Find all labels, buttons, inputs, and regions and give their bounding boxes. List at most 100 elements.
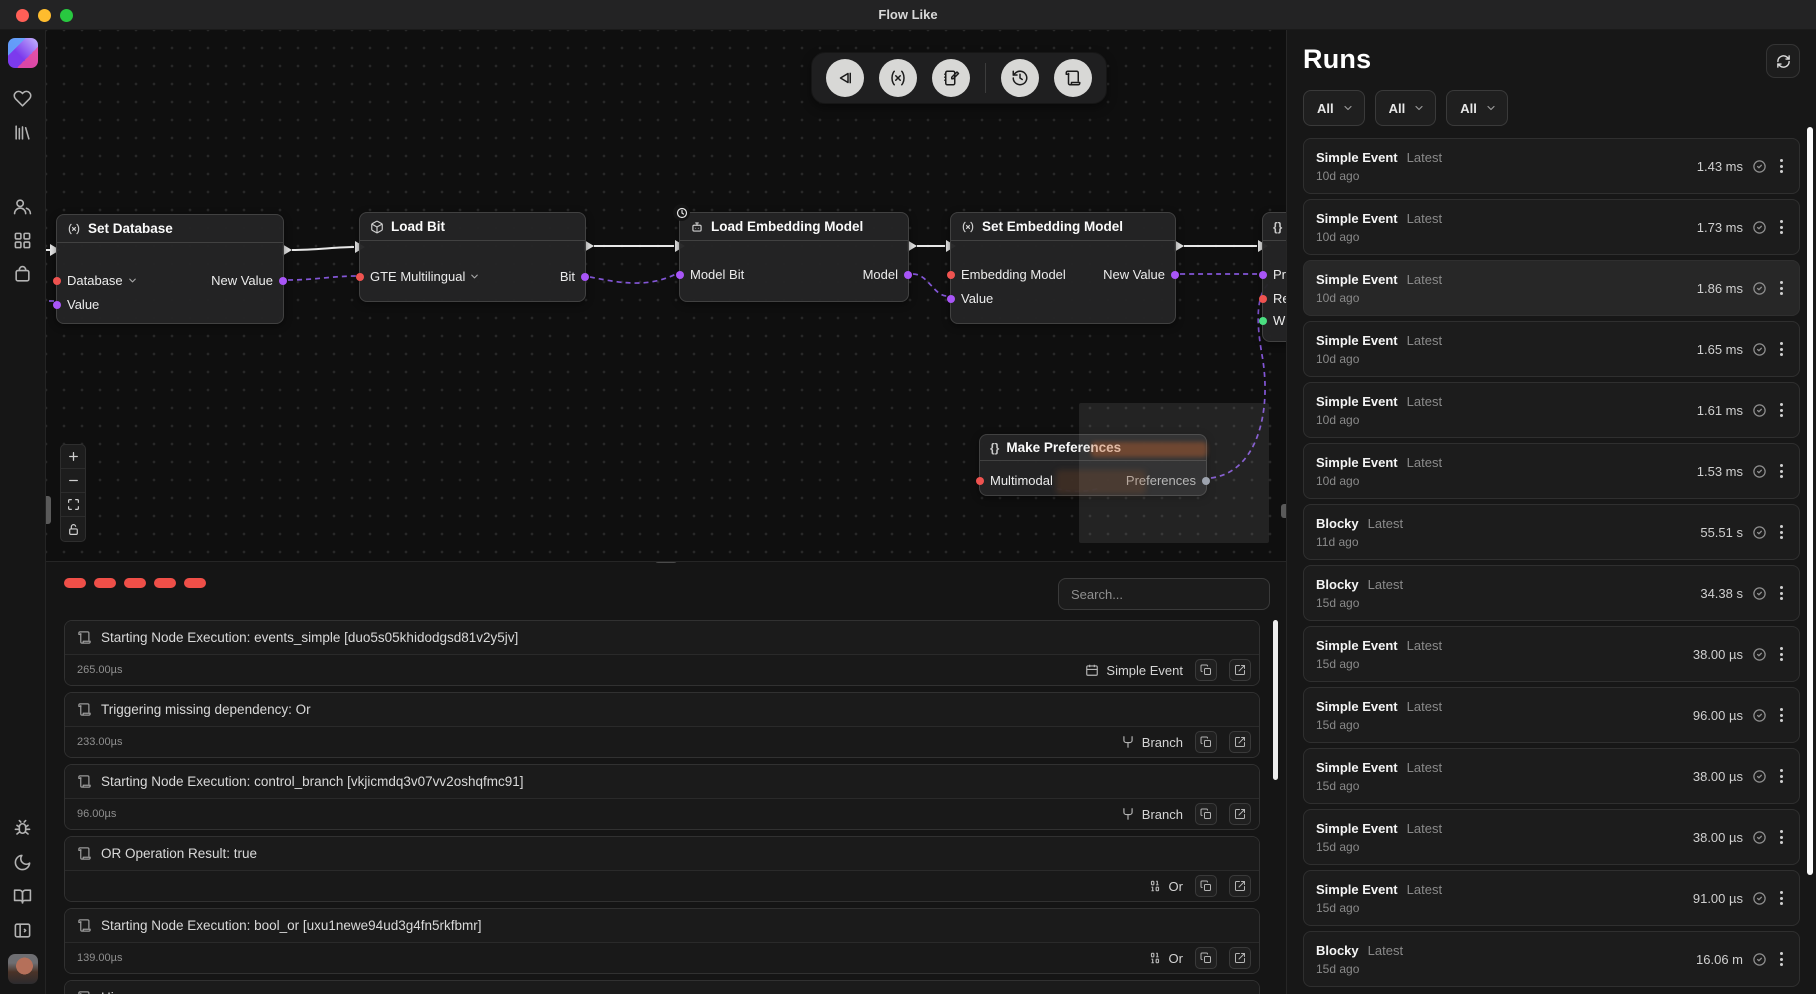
kebab-menu-button[interactable] [1776,827,1787,847]
open-external-button[interactable] [1229,947,1251,969]
panel-resize-handle[interactable] [655,561,677,563]
input-pin-value[interactable] [947,295,955,303]
runs-filter-select[interactable]: All [1375,90,1437,126]
input-pin-model[interactable] [356,273,364,281]
log-scrollbar[interactable] [1273,620,1278,780]
log-level-chip[interactable] [94,578,116,588]
kebab-menu-button[interactable] [1776,766,1787,786]
node-partial-right[interactable]: {} Pr Re W [1262,212,1286,342]
log-entry[interactable]: Starting Node Execution: events_simple [… [64,620,1260,686]
kebab-menu-button[interactable] [1776,400,1787,420]
notebook-button[interactable] [932,59,970,97]
log-level-chip[interactable] [184,578,206,588]
favorites-heart-icon[interactable] [13,88,33,108]
copy-button[interactable] [1195,875,1217,897]
run-button[interactable] [826,59,864,97]
log-level-chip[interactable] [64,578,86,588]
runs-scrollbar[interactable] [1807,127,1813,875]
open-external-button[interactable] [1229,875,1251,897]
users-icon[interactable] [13,196,33,216]
moon-icon[interactable] [13,852,33,872]
lock-button[interactable] [61,517,85,541]
run-row[interactable]: Simple Event Latest 15d ago 96.00 µs [1303,687,1800,743]
log-entry[interactable]: Starting Node Execution: control_branch … [64,764,1260,830]
zoom-out-button[interactable] [61,469,85,493]
panel-left-icon[interactable] [13,920,33,940]
kebab-menu-button[interactable] [1776,949,1787,969]
flow-canvas[interactable]: Set Database Database New Value Value Lo… [46,30,1286,561]
input-pin-re[interactable] [1259,295,1267,303]
log-entry[interactable]: Hi [64,980,1260,994]
run-row[interactable]: Simple Event Latest 15d ago 38.00 µs [1303,809,1800,865]
log-search-input[interactable] [1058,578,1270,610]
output-pin-bit[interactable] [581,273,589,281]
library-icon[interactable] [13,122,33,142]
open-external-button[interactable] [1229,803,1251,825]
run-row[interactable]: Simple Event Latest 15d ago 38.00 µs [1303,748,1800,804]
run-row[interactable]: Simple Event Latest 10d ago 1.53 ms [1303,443,1800,499]
log-entry[interactable]: Starting Node Execution: bool_or [uxu1ne… [64,908,1260,974]
refresh-button[interactable] [1766,44,1800,78]
log-entry[interactable]: Triggering missing dependency: Or 233.00… [64,692,1260,758]
kebab-menu-button[interactable] [1776,339,1787,359]
copy-button[interactable] [1195,947,1217,969]
zoom-in-button[interactable] [61,445,85,469]
input-pin-pr[interactable] [1259,271,1267,279]
open-external-button[interactable] [1229,659,1251,681]
app-logo[interactable] [8,38,38,68]
pin-label-database[interactable]: Database [67,273,138,288]
run-row[interactable]: Simple Event Latest 10d ago 1.86 ms [1303,260,1800,316]
pin-label-gte-multilingual[interactable]: GTE Multilingual [370,269,480,284]
variables-button[interactable] [879,59,917,97]
log-level-chip[interactable] [154,578,176,588]
node-load-bit[interactable]: Load Bit GTE Multilingual Bit [359,212,586,302]
kebab-menu-button[interactable] [1776,705,1787,725]
log-level-chip[interactable] [124,578,146,588]
input-pin-model-bit[interactable] [676,271,684,279]
input-pin-w[interactable] [1259,317,1267,325]
run-row[interactable]: Simple Event Latest 10d ago 1.43 ms [1303,138,1800,194]
bag-icon[interactable] [13,264,33,284]
output-pin-new-value[interactable] [279,277,287,285]
user-avatar[interactable] [8,954,38,984]
copy-button[interactable] [1195,659,1217,681]
kebab-menu-button[interactable] [1776,156,1787,176]
close-window-button[interactable] [16,9,29,22]
kebab-menu-button[interactable] [1776,583,1787,603]
input-pin-multimodal[interactable] [976,477,984,485]
input-pin-embedding-model[interactable] [947,271,955,279]
open-external-button[interactable] [1229,731,1251,753]
grid-icon[interactable] [13,230,33,250]
runs-filter-select[interactable]: All [1303,90,1365,126]
input-pin-database[interactable] [53,277,61,285]
minimize-window-button[interactable] [38,9,51,22]
kebab-menu-button[interactable] [1776,644,1787,664]
node-load-embedding-model[interactable]: Load Embedding Model Model Bit Model [679,212,909,302]
run-row[interactable]: Simple Event Latest 10d ago 1.65 ms [1303,321,1800,377]
kebab-menu-button[interactable] [1776,278,1787,298]
node-set-database[interactable]: Set Database Database New Value Value [56,214,284,324]
book-icon[interactable] [13,886,33,906]
run-row[interactable]: Simple Event Latest 15d ago 91.00 µs [1303,870,1800,926]
run-row[interactable]: Simple Event Latest 15d ago 38.00 µs [1303,626,1800,682]
maximize-window-button[interactable] [60,9,73,22]
run-row[interactable]: Simple Event Latest 10d ago 1.73 ms [1303,199,1800,255]
fit-view-button[interactable] [61,493,85,517]
run-row[interactable]: Simple Event Latest 10d ago 1.61 ms [1303,382,1800,438]
kebab-menu-button[interactable] [1776,461,1787,481]
log-entry[interactable]: OR Operation Result: true Or [64,836,1260,902]
kebab-menu-button[interactable] [1776,888,1787,908]
kebab-menu-button[interactable] [1776,522,1787,542]
history-button[interactable] [1001,59,1039,97]
copy-button[interactable] [1195,803,1217,825]
run-row[interactable]: Blocky Latest 11d ago 55.51 s [1303,504,1800,560]
left-panel-handle[interactable] [46,496,51,524]
run-row[interactable]: Blocky Latest 15d ago 34.38 s [1303,565,1800,621]
kebab-menu-button[interactable] [1776,217,1787,237]
output-pin-model[interactable] [904,271,912,279]
output-pin-new-value[interactable] [1171,271,1179,279]
run-row[interactable]: Blocky Latest 15d ago 16.06 m [1303,931,1800,987]
runs-filter-select[interactable]: All [1446,90,1508,126]
copy-button[interactable] [1195,731,1217,753]
logs-scroll-button[interactable] [1054,59,1092,97]
